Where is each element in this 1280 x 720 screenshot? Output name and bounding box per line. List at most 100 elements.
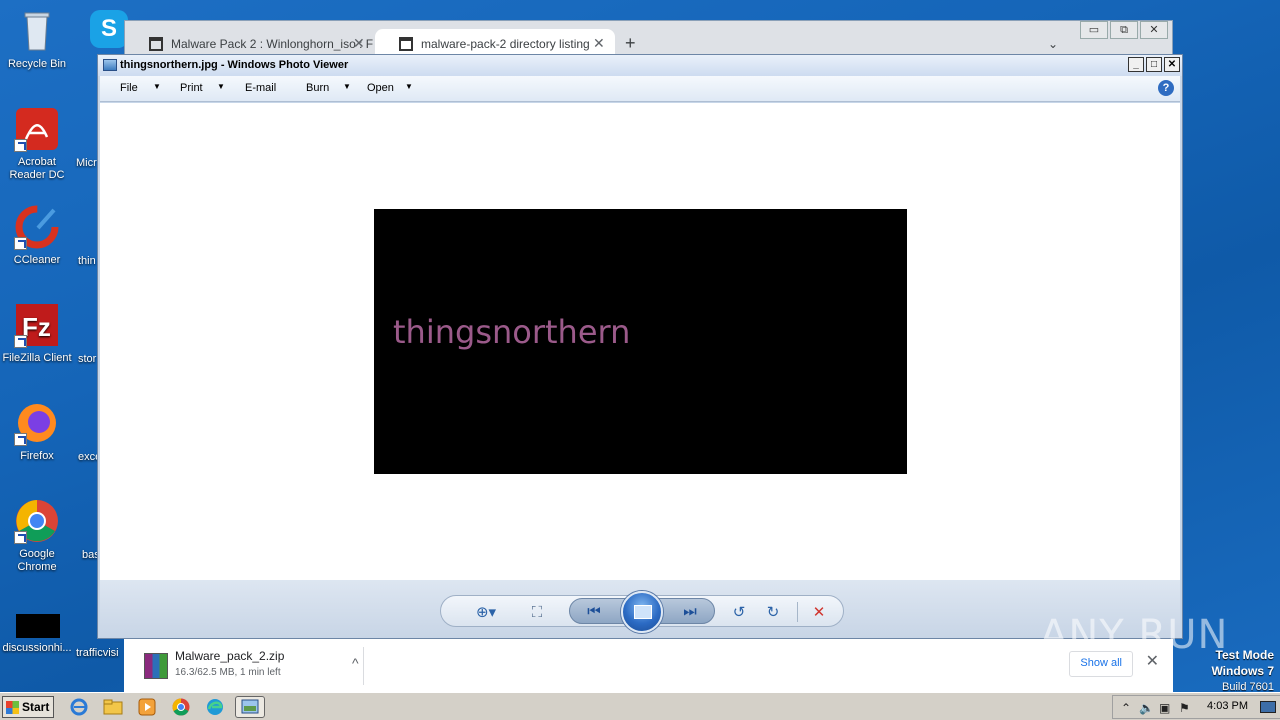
file-thumbnail-icon [14,604,60,638]
controls-bar: ⊕▾ ⛶ ⏮ ⏭ ↺ ↻ ✕ [100,580,1180,638]
start-label: Start [22,700,50,714]
close-icon[interactable]: ✕ [353,35,365,52]
new-tab-button[interactable]: + [625,33,636,54]
menu-open[interactable]: Open [367,82,394,94]
menu-burn[interactable]: Burn [306,82,329,94]
test-mode-line2: Windows 7 [1211,664,1274,678]
slideshow-icon [634,605,652,619]
volume-icon[interactable]: 🔈 [1139,701,1154,715]
close-icon[interactable]: ✕ [593,35,605,52]
download-bar: Malware_pack_2.zip 16.3/62.5 MB, 1 min l… [124,638,1173,692]
system-tray: ⌃ 🔈 ▣ ⚑ 4:03 PM [1112,695,1280,719]
desktop-partial-label: stor [78,353,97,365]
test-mode-line1: Test Mode [1215,648,1274,662]
window-controls: _ □ ✕ [1126,57,1180,72]
shortcut-arrow-icon [14,237,27,250]
skype-icon[interactable]: S [90,10,128,48]
rotate-clockwise-button[interactable]: ↻ [763,603,783,621]
desktop-icon-label: Recycle Bin [7,58,67,70]
download-status: 16.3/62.5 MB, 1 min left [175,667,281,678]
photo-viewer-window: thingsnorthern.jpg - Windows Photo Viewe… [97,54,1183,639]
restore-button[interactable]: ⧉ [1110,21,1138,39]
desktop-icon-label: FileZilla Client [2,352,72,364]
chevron-up-icon[interactable]: ^ [352,655,359,671]
desktop-partial-label: Micr [76,157,97,169]
tab-label: Malware Pack 2 : Winlonghorn_iso : F [171,37,373,51]
windows-logo-icon [6,701,19,714]
divider [363,647,364,685]
close-button[interactable]: ✕ [1140,21,1168,39]
actual-size-button[interactable]: ⛶ [527,603,547,621]
playback-controls: ⊕▾ ⛶ ⏮ ⏭ ↺ ↻ ✕ [440,591,844,633]
desktop-icon-label: CCleaner [13,254,61,266]
title-bar[interactable]: thingsnorthern.jpg - Windows Photo Viewe… [98,55,1182,76]
chrome-icon[interactable] [170,697,192,717]
shortcut-arrow-icon [14,139,27,152]
rotate-counterclockwise-button[interactable]: ↺ [729,603,749,621]
show-desktop-button[interactable] [1260,701,1276,713]
menu-bar: File ▼ Print ▼ E-mail Burn ▼ Open ▼ ? [100,76,1180,102]
acrobat-icon [14,106,60,152]
ccleaner-icon [14,204,60,250]
start-button[interactable]: Start [2,696,54,718]
desktop-icon-chrome[interactable]: Google Chrome [0,498,74,574]
clock[interactable]: 4:03 PM [1207,700,1248,712]
displayed-image: thingsnorthern [374,209,907,474]
winrar-archive-icon [144,653,168,679]
slideshow-button[interactable] [621,591,663,633]
close-button[interactable]: ✕ [1164,57,1180,72]
shortcut-arrow-icon [14,433,27,446]
minimize-button[interactable]: ▭ [1080,21,1108,39]
file-explorer-icon[interactable] [102,697,124,717]
help-icon[interactable]: ? [1158,80,1174,96]
edge-icon[interactable] [204,697,226,717]
dropdown-arrow-icon[interactable]: ▼ [405,82,413,91]
desktop-icon-discussionhi[interactable]: discussionhi... [0,604,74,655]
photo-viewer-icon [103,59,117,71]
minimize-button[interactable]: _ [1128,57,1144,72]
dropdown-arrow-icon[interactable]: ▼ [217,82,225,91]
divider [797,602,798,622]
shortcut-arrow-icon [14,531,27,544]
image-text: thingsnorthern [393,313,631,351]
internet-explorer-icon[interactable] [68,697,90,717]
menu-file[interactable]: File [120,82,138,94]
desktop-icon-firefox[interactable]: Firefox [0,400,74,463]
desktop-icon-recycle-bin[interactable]: Recycle Bin [0,8,74,71]
archive-org-icon [399,37,413,51]
desktop-partial-label: thin [78,255,96,267]
anyrun-watermark: ANY RUN [1040,612,1229,658]
previous-button[interactable]: ⏮ [584,602,604,620]
dropdown-arrow-icon[interactable]: ▼ [153,82,161,91]
archive-org-icon [149,37,163,51]
network-icon[interactable]: ▣ [1159,701,1170,715]
image-canvas: thingsnorthern [100,103,1180,580]
media-player-icon[interactable] [136,697,158,717]
window-title: thingsnorthern.jpg - Windows Photo Viewe… [120,59,349,71]
maximize-button[interactable]: □ [1146,57,1162,72]
delete-button[interactable]: ✕ [809,603,829,621]
desktop-icon-acrobat[interactable]: Acrobat Reader DC [0,106,74,182]
download-item[interactable]: Malware_pack_2.zip 16.3/62.5 MB, 1 min l… [142,649,362,683]
recycle-bin-icon [14,8,60,54]
show-hidden-icons-icon[interactable]: ⌃ [1121,701,1131,715]
browser-window-controls: ▭ ⧉ ✕ [1078,21,1168,39]
photo-viewer-taskbar-icon[interactable] [235,696,265,718]
menu-print[interactable]: Print [180,82,203,94]
action-center-flag-icon[interactable]: ⚑ [1179,701,1190,715]
desktop-icon-label: discussionhi... [2,642,72,654]
zoom-button[interactable]: ⊕▾ [471,603,501,621]
taskbar: Start ⌃ 🔈 ▣ ⚑ 4:03 PM [0,692,1280,720]
desktop-icon-filezilla[interactable]: Fz FileZilla Client [0,302,74,365]
download-filename: Malware_pack_2.zip [175,649,285,663]
next-button[interactable]: ⏭ [680,602,700,620]
dropdown-arrow-icon[interactable]: ▼ [343,82,351,91]
tab-label: malware-pack-2 directory listing [421,37,590,51]
firefox-icon [14,400,60,446]
chrome-icon [14,498,60,544]
desktop-icon-label: Firefox [20,450,54,462]
chevron-down-icon[interactable]: ⌄ [1048,37,1058,51]
menu-email[interactable]: E-mail [245,82,276,94]
filezilla-icon: Fz [14,302,60,348]
desktop-icon-ccleaner[interactable]: CCleaner [0,204,74,267]
